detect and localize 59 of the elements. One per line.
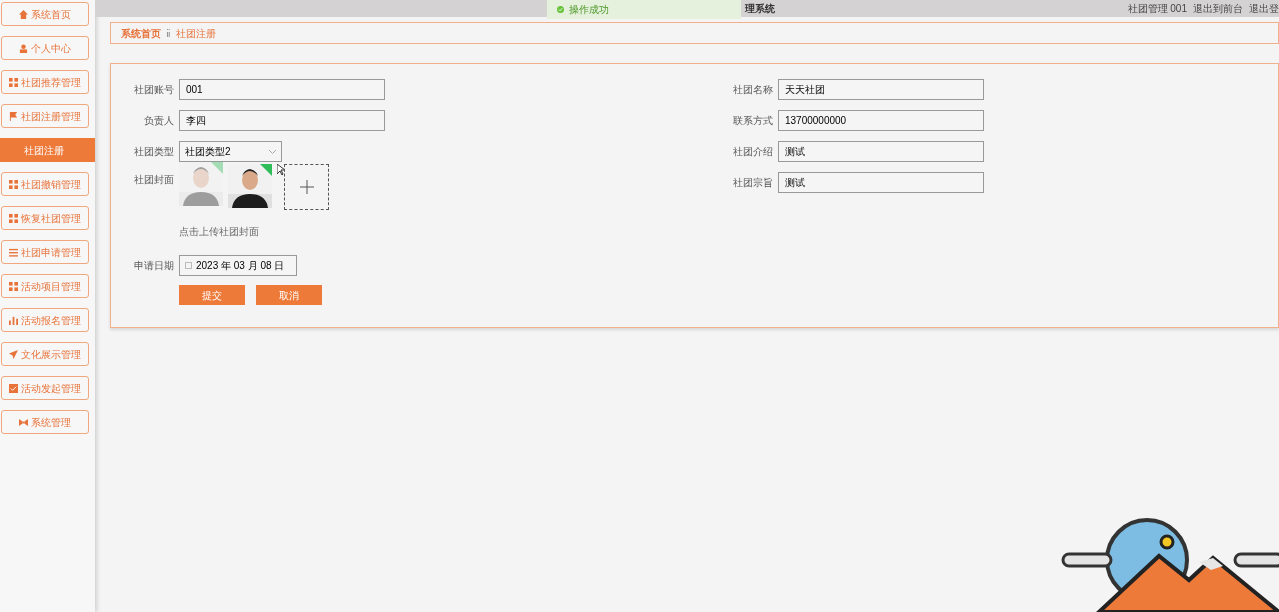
list-icon <box>9 247 18 257</box>
sidebar-item[interactable]: 活动报名管理 <box>1 308 89 332</box>
sidebar-item[interactable]: 文化展示管理 <box>1 342 89 366</box>
sidebar-item[interactable]: 社团申请管理 <box>1 240 89 264</box>
grid-icon <box>9 281 18 291</box>
breadcrumb-link[interactable]: 系统首页 <box>121 25 161 41</box>
form-button[interactable]: 取消 <box>256 285 322 305</box>
text-field[interactable]: 13700000000 <box>778 110 984 131</box>
top-link[interactable]: 退出到前台 <box>1193 1 1243 16</box>
system-title: 理系统 <box>745 2 775 16</box>
sidebar-item[interactable]: 恢复社团管理 <box>1 206 89 230</box>
text-field[interactable]: 测试 <box>778 141 984 162</box>
check-circle-icon <box>557 6 564 13</box>
upload-hint: 点击上传社团封面 <box>179 225 260 239</box>
field-label: 申请日期 <box>133 259 175 273</box>
grid-icon <box>9 179 18 189</box>
field-label: 负责人 <box>143 114 175 128</box>
check-square-icon <box>9 383 18 393</box>
sidebar-item[interactable]: 社团推荐管理 <box>1 70 89 94</box>
breadcrumb-link[interactable]: 社团注册 <box>176 25 216 41</box>
text-field[interactable]: 天天社团 <box>778 79 984 100</box>
date-field[interactable]: 2023 年 03 月 08 日 <box>179 255 297 276</box>
sidebar-item[interactable]: 活动项目管理 <box>1 274 89 298</box>
bowtie-icon <box>19 417 28 427</box>
grid-icon <box>9 213 18 223</box>
text-field[interactable]: 001 <box>179 79 385 100</box>
sidebar-subitem[interactable]: 社团注册 <box>0 138 95 162</box>
text-field[interactable]: 测试 <box>778 172 984 193</box>
upload-button[interactable] <box>284 164 329 210</box>
text-field[interactable]: 李四 <box>179 110 385 131</box>
sidebar-item[interactable]: 系统管理 <box>1 410 89 434</box>
cursor-icon <box>277 164 285 176</box>
sidebar-item[interactable]: 活动发起管理 <box>1 376 89 400</box>
bar-chart-icon <box>9 315 18 325</box>
sidebar-item[interactable]: 社团撤销管理 <box>1 172 89 196</box>
plus-icon <box>299 180 314 194</box>
field-label: 社团封面 <box>133 173 175 187</box>
select-field[interactable]: 社团类型2 <box>179 141 282 162</box>
field-label: 社团介绍 <box>732 145 774 159</box>
field-label: 社团类型 <box>133 145 175 159</box>
top-link[interactable]: 退出登 <box>1249 1 1279 16</box>
breadcrumb-separator: ⅱ <box>166 26 171 41</box>
grid-icon <box>9 77 18 87</box>
field-label: 社团账号 <box>133 83 175 97</box>
sidebar-item[interactable]: 系统首页 <box>1 2 89 26</box>
sidebar-item[interactable]: 社团注册管理 <box>1 104 89 128</box>
flag-icon <box>9 111 18 121</box>
field-label: 社团名称 <box>732 83 774 97</box>
user-label: 社团管理 001 <box>1127 2 1187 16</box>
sidebar-item[interactable]: 个人中心 <box>1 36 89 60</box>
paper-plane-icon <box>9 349 18 359</box>
form-button[interactable]: 提交 <box>179 285 245 305</box>
chevron-down-icon <box>269 149 276 154</box>
calendar-icon <box>185 262 192 269</box>
field-label: 联系方式 <box>732 114 774 128</box>
user-icon <box>19 43 28 53</box>
home-icon <box>19 9 28 19</box>
success-toast: 操作成功 <box>547 0 741 19</box>
field-label: 社团宗旨 <box>732 176 774 190</box>
